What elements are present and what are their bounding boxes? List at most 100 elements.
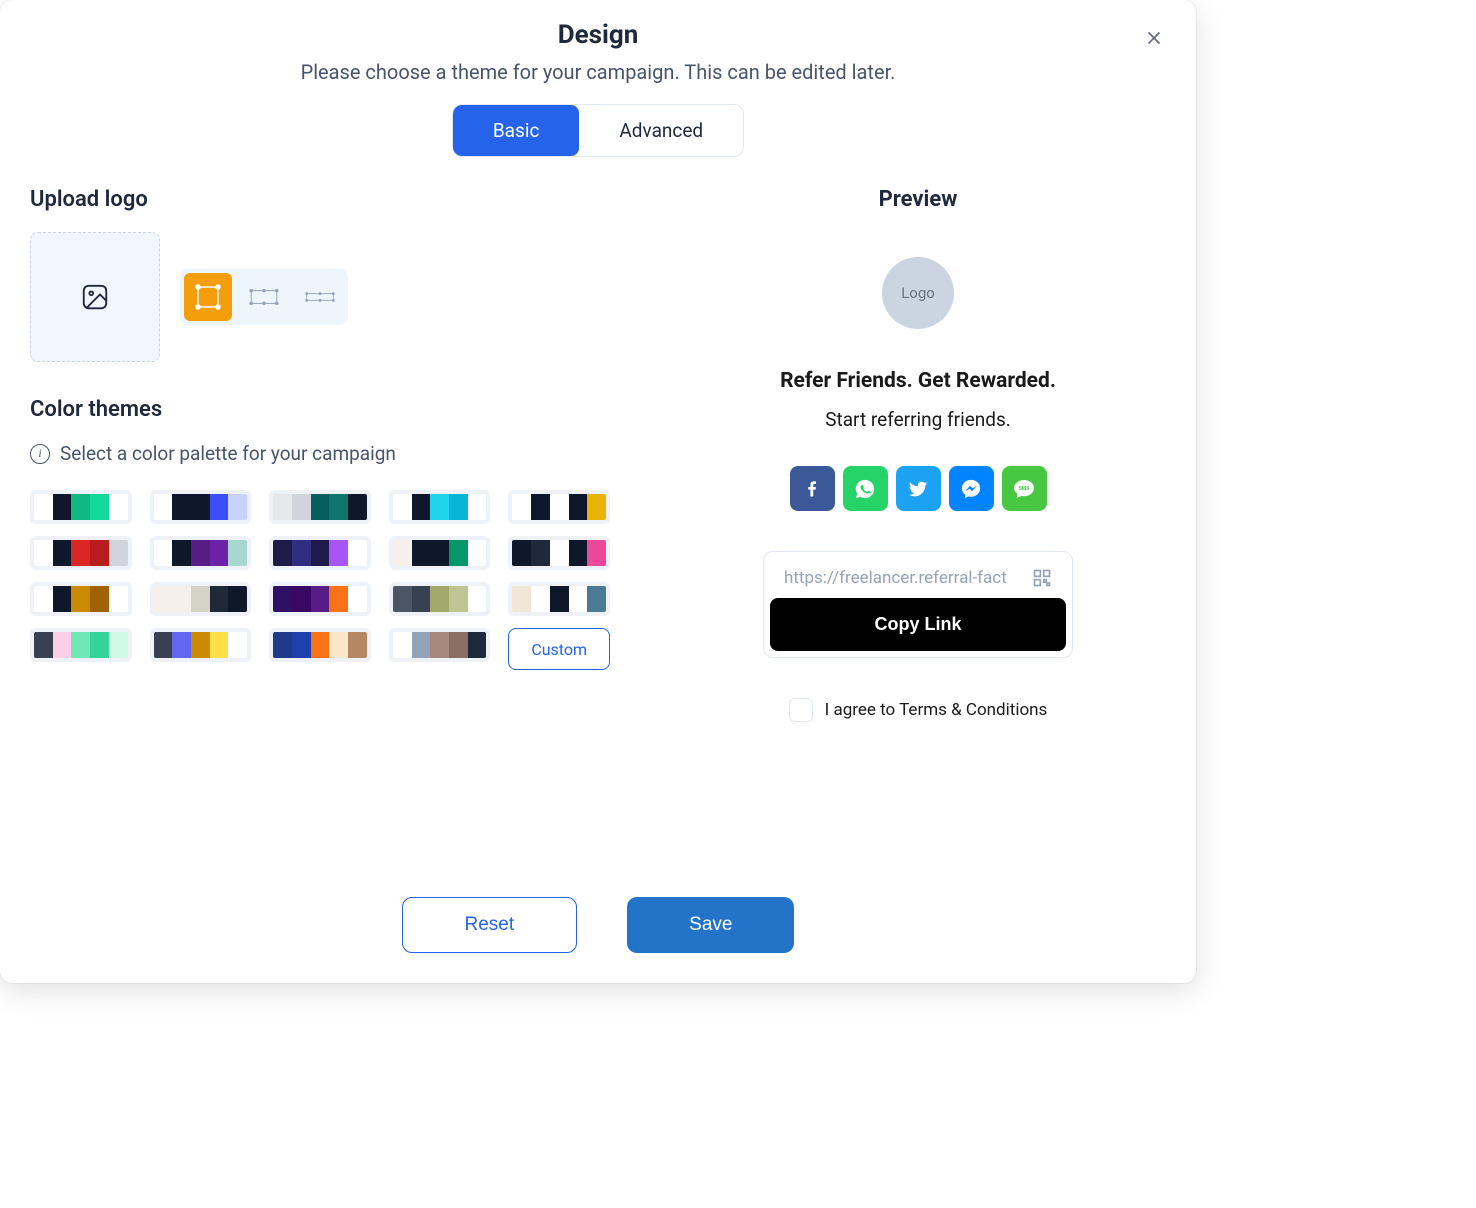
shape-option-square[interactable] [184,273,232,321]
palette-1[interactable] [150,490,252,524]
palette-swatch [154,632,173,658]
upload-logo-box[interactable] [30,232,160,362]
palette-10[interactable] [30,582,132,616]
palette-swatch [531,586,550,612]
modal-subtitle: Please choose a theme for your campaign.… [30,60,1166,84]
link-box: https://freelancer.referral-fact Copy Li… [763,551,1073,658]
whatsapp-icon [854,478,876,500]
palette-swatch [154,540,173,566]
palette-swatch [172,586,191,612]
palette-6[interactable] [150,536,252,570]
palette-swatch [569,494,588,520]
tab-advanced[interactable]: Advanced [579,105,743,156]
palette-swatch [430,494,449,520]
palette-swatch [393,494,412,520]
palette-swatch [273,632,292,658]
info-icon: i [30,444,50,464]
left-panel: Upload logo Color themes [30,187,630,867]
palette-swatch [550,586,569,612]
info-row: i Select a color palette for your campai… [30,442,630,465]
palette-swatch [228,586,247,612]
palette-swatch [34,586,53,612]
palette-17[interactable] [269,628,371,662]
palette-14[interactable] [508,582,610,616]
whatsapp-button[interactable] [843,466,888,511]
palette-swatch [587,586,606,612]
palette-4[interactable] [508,490,610,524]
upload-row [30,232,630,362]
shape-option-wide[interactable] [296,273,344,321]
palette-swatch [109,494,128,520]
palette-swatch [550,540,569,566]
palette-swatch [90,632,109,658]
shape-option-medium[interactable] [240,273,288,321]
terms-checkbox[interactable] [789,698,813,722]
sms-icon: SMS [1012,477,1036,501]
palette-swatch [329,494,348,520]
social-buttons: SMS [790,466,1047,511]
palette-18[interactable] [389,628,491,662]
palette-swatch [587,494,606,520]
referral-link-input[interactable]: https://freelancer.referral-fact [784,568,1022,588]
palette-swatch [412,540,431,566]
reset-button[interactable]: Reset [402,897,578,953]
palette-swatch [412,494,431,520]
palette-swatch [550,494,569,520]
palette-swatch [191,494,210,520]
palette-swatch [468,632,487,658]
facebook-icon [802,479,822,499]
preview-heading: Refer Friends. Get Rewarded. [780,369,1056,393]
palette-9[interactable] [508,536,610,570]
palette-swatch [210,586,229,612]
palette-15[interactable] [30,628,132,662]
palette-8[interactable] [389,536,491,570]
palette-swatch [273,494,292,520]
palette-swatch [109,632,128,658]
palette-0[interactable] [30,490,132,524]
palette-16[interactable] [150,628,252,662]
palette-swatch [53,586,72,612]
palette-swatch [210,540,229,566]
palette-swatch [34,494,53,520]
preview-subheading: Start referring friends. [825,408,1011,431]
palette-swatch [292,540,311,566]
palette-swatch [228,540,247,566]
palette-7[interactable] [269,536,371,570]
copy-link-button[interactable]: Copy Link [770,598,1066,651]
palette-swatch [71,540,90,566]
palette-13[interactable] [389,582,491,616]
image-icon [80,282,110,312]
messenger-button[interactable] [949,466,994,511]
palette-5[interactable] [30,536,132,570]
palette-swatch [449,540,468,566]
palette-swatch [430,632,449,658]
palette-swatch [348,586,367,612]
palette-swatch [587,540,606,566]
palette-2[interactable] [269,490,371,524]
medium-rect-icon [248,281,280,313]
palette-swatch [71,586,90,612]
twitter-icon [907,478,929,500]
palette-swatch [90,586,109,612]
modal-footer: Reset Save [30,867,1166,953]
palette-grid: Custom [30,490,610,670]
palette-swatch [191,540,210,566]
upload-logo-title: Upload logo [30,187,630,212]
palette-swatch [172,540,191,566]
palette-swatch [311,632,330,658]
custom-palette-button[interactable]: Custom [508,628,610,670]
qr-icon[interactable] [1032,568,1052,588]
palette-11[interactable] [150,582,252,616]
svg-text:SMS: SMS [1019,486,1030,492]
facebook-button[interactable] [790,466,835,511]
save-button[interactable]: Save [627,897,794,953]
color-themes-title: Color themes [30,397,630,422]
link-input-row: https://freelancer.referral-fact [770,558,1066,598]
tab-basic[interactable]: Basic [453,105,580,156]
close-button[interactable] [1140,24,1168,52]
palette-3[interactable] [389,490,491,524]
palette-12[interactable] [269,582,371,616]
sms-button[interactable]: SMS [1002,466,1047,511]
twitter-button[interactable] [896,466,941,511]
palette-swatch [412,586,431,612]
